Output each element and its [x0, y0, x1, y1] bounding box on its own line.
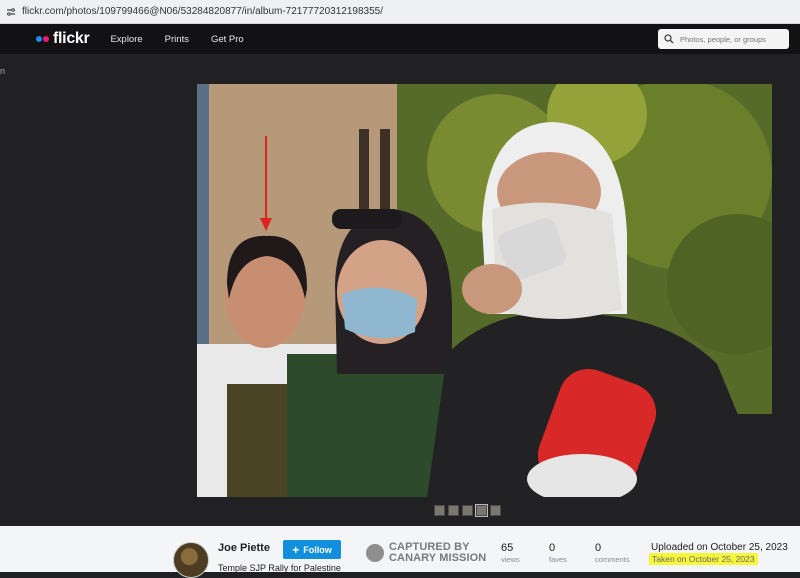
- thumbnail-4[interactable]: [475, 504, 488, 517]
- stat-faves: 0 faves: [549, 542, 567, 564]
- top-nav: flickr Explore Prints Get Pro: [0, 24, 800, 54]
- avatar[interactable]: [173, 542, 209, 578]
- plus-icon: +: [292, 542, 300, 557]
- nav-get-pro[interactable]: Get Pro: [211, 34, 244, 45]
- watermark-line-2: CANARY MISSION: [389, 552, 487, 564]
- follow-button[interactable]: + Follow: [283, 540, 341, 559]
- search-icon: [664, 34, 674, 44]
- comments-label: comments: [595, 555, 630, 564]
- main-photo[interactable]: [197, 84, 772, 497]
- logo-text: flickr: [53, 30, 90, 47]
- thumbnail-2[interactable]: [448, 505, 459, 516]
- thumbnail-1[interactable]: [434, 505, 445, 516]
- logo-pink-dot: [43, 36, 49, 42]
- follow-label: Follow: [303, 544, 332, 555]
- browser-address-bar: flickr.com/photos/109799466@N06/53284820…: [0, 0, 800, 24]
- nav-prints[interactable]: Prints: [165, 34, 189, 45]
- uploaded-date: Uploaded on October 25, 2023: [651, 542, 788, 553]
- photo-info-bar: Joe Piette + Follow Temple SJP Rally for…: [0, 526, 800, 578]
- search-input[interactable]: [680, 34, 785, 44]
- photo-viewer: n: [0, 54, 800, 526]
- search-box[interactable]: [658, 29, 789, 49]
- logo-blue-dot: [36, 36, 42, 42]
- author-name[interactable]: Joe Piette: [218, 542, 270, 554]
- faves-count: 0: [549, 542, 556, 554]
- stat-comments: 0 comments: [595, 542, 630, 564]
- stat-views: 65 views: [501, 542, 520, 564]
- views-count: 65: [501, 542, 514, 554]
- faves-label: faves: [549, 555, 567, 564]
- side-glyph: n: [0, 66, 6, 76]
- url-text[interactable]: flickr.com/photos/109799466@N06/53284820…: [22, 6, 383, 17]
- thumbnail-strip: [434, 504, 504, 517]
- canary-mission-logo: [366, 544, 384, 562]
- nav-links: Explore Prints Get Pro: [110, 34, 265, 45]
- nav-explore[interactable]: Explore: [110, 34, 142, 45]
- flickr-logo[interactable]: flickr: [36, 30, 90, 48]
- thumbnail-5[interactable]: [490, 505, 501, 516]
- watermark-text: CAPTURED BY CANARY MISSION: [389, 542, 486, 564]
- site-settings-icon[interactable]: [0, 0, 22, 24]
- views-label: views: [501, 555, 520, 564]
- thumbnail-3[interactable]: [462, 505, 473, 516]
- taken-date: Taken on October 25, 2023: [649, 553, 758, 565]
- comments-count: 0: [595, 542, 602, 554]
